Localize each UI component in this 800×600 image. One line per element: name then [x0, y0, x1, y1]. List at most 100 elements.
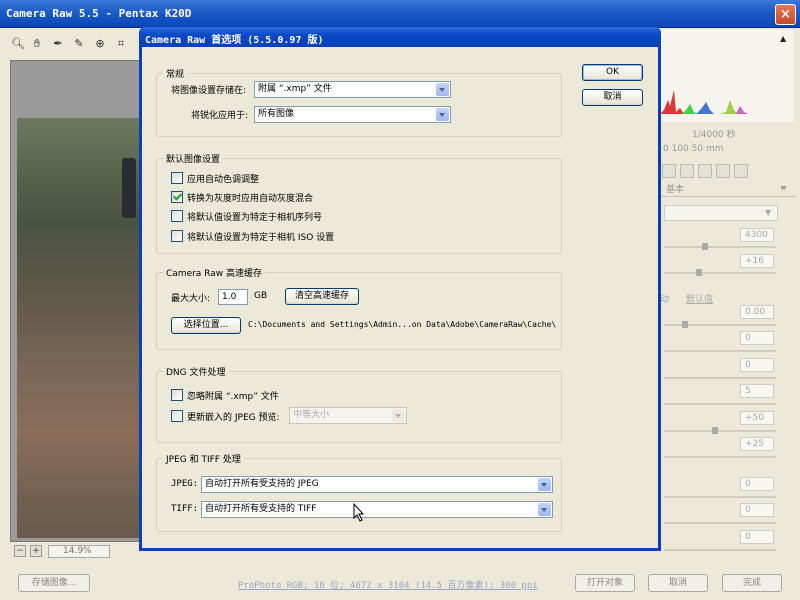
recovery-slider[interactable]	[664, 350, 776, 352]
select-value: 自动打开所有受支持的 JPEG	[205, 479, 319, 489]
select-location-button[interactable]: 选择位置...	[171, 317, 241, 334]
max-size-label: 最大大小:	[171, 294, 211, 304]
zoom-tool-icon[interactable]: 🔍︎	[10, 36, 26, 52]
select-value: 中等大小	[293, 410, 330, 420]
panel-menu-icon[interactable]: ≡	[780, 183, 787, 192]
highlight-clipping-icon[interactable]: ▲	[780, 34, 786, 43]
brightness-value[interactable]: +50	[740, 411, 774, 425]
image-preview[interactable]	[17, 118, 145, 538]
checkbox-box[interactable]	[171, 210, 183, 222]
dialog-cancel-button[interactable]: 取消	[582, 89, 643, 106]
exposure-slider[interactable]	[664, 321, 776, 328]
chevron-down-icon	[392, 409, 405, 422]
chevron-down-icon	[538, 503, 551, 516]
checkbox-label: 转换为灰度时应用自动灰度混合	[187, 194, 314, 204]
app-title: Camera Raw 5.5 - Pentax K20D	[6, 7, 192, 20]
dialog-title-bar: Camera Raw 首选项 (5.5.0.97 版)	[139, 27, 661, 47]
vibrance-slider[interactable]	[664, 522, 776, 524]
panel-title: 基本	[666, 185, 685, 195]
checkbox-box[interactable]	[171, 230, 183, 242]
cache-path: C:\Documents and Settings\Admin...on Dat…	[248, 320, 557, 329]
zoom-level-select[interactable]: 14.9%	[48, 545, 110, 558]
temperature-slider[interactable]	[664, 243, 776, 250]
clarity-value[interactable]: 0	[740, 477, 774, 491]
recovery-value[interactable]: 0	[740, 331, 774, 345]
histogram	[660, 30, 794, 122]
chevron-down-icon	[436, 108, 449, 121]
saturation-value[interactable]: 0	[740, 530, 774, 544]
zoom-controls: − + 14.9%	[14, 545, 144, 559]
auto-link[interactable]: 动	[660, 292, 669, 305]
hand-tool-icon[interactable]: ✋︎	[29, 36, 45, 52]
tab-icon[interactable]	[662, 164, 676, 178]
slider-thumb[interactable]	[696, 269, 702, 276]
lens-info: 0 100 50 mm	[663, 144, 724, 154]
slider-thumb[interactable]	[682, 321, 688, 328]
group-title: JPEG 和 TIFF 处理	[163, 452, 244, 465]
open-object-button[interactable]: 打开对象	[575, 574, 635, 592]
contrast-value[interactable]: +25	[740, 437, 774, 451]
slider-thumb[interactable]	[712, 427, 718, 434]
color-sampler-tool-icon[interactable]: ✎	[71, 36, 87, 52]
save-settings-label: 将图像设置存储在:	[171, 86, 247, 96]
preview-size-select[interactable]: 中等大小	[289, 407, 407, 424]
brightness-slider[interactable]	[664, 427, 776, 434]
checkbox-label: 更新嵌入的 JPEG 预览:	[187, 413, 280, 423]
group-title: DNG 文件处理	[163, 365, 229, 378]
chevron-down-icon: ▼	[765, 208, 772, 217]
max-size-input[interactable]: 1.0	[218, 289, 248, 305]
slider-thumb[interactable]	[702, 243, 708, 250]
target-adjust-tool-icon[interactable]: ⊕	[92, 36, 108, 52]
checkbox-label: 忽略附属 “.xmp” 文件	[187, 392, 279, 402]
tab-icon[interactable]	[734, 164, 748, 178]
tiff-handling-select[interactable]: 自动打开所有受支持的 TIFF	[201, 501, 553, 518]
save-image-button[interactable]: 存储图像...	[18, 574, 90, 592]
general-group: 常规 将图像设置存储在: 附属 “.xmp” 文件 将锐化应用于: 所有图像	[156, 67, 562, 137]
blacks-value[interactable]: 5	[740, 384, 774, 398]
checkbox-box[interactable]	[171, 172, 183, 184]
checkbox-label: 将默认值设置为特定于相机 ISO 设置	[187, 233, 335, 243]
cache-group: Camera Raw 高速缓存 最大大小: 1.0 GB 清空高速缓存 选择位置…	[156, 266, 562, 350]
white-balance-select[interactable]: ▼	[664, 205, 778, 221]
fill-light-slider[interactable]	[664, 377, 776, 379]
vibrance-value[interactable]: 0	[740, 503, 774, 517]
tint-slider[interactable]	[664, 269, 776, 276]
default-link[interactable]: 默认值	[686, 292, 713, 305]
app-title-bar: Camera Raw 5.5 - Pentax K20D ×	[0, 0, 800, 28]
checkbox-box[interactable]	[171, 191, 183, 203]
select-value: 所有图像	[258, 109, 295, 119]
jpeg-label: JPEG:	[171, 479, 199, 489]
sharpen-select[interactable]: 所有图像	[254, 106, 451, 123]
workflow-options-link[interactable]: ProPhoto RGB; 16 位; 4672 x 3104 (14.5 百万…	[238, 578, 538, 591]
preferences-dialog: Camera Raw 首选项 (5.5.0.97 版) OK 取消 常规 将图像…	[139, 27, 661, 551]
zoom-in-button[interactable]: +	[30, 545, 42, 557]
default-image-settings-group: 默认图像设置 应用自动色调调整 转换为灰度时应用自动灰度混合 将默认值设置为特定…	[156, 152, 562, 254]
clarity-slider[interactable]	[664, 496, 776, 498]
cancel-button[interactable]: 取消	[648, 574, 708, 592]
save-settings-select[interactable]: 附属 “.xmp” 文件	[254, 81, 451, 98]
checkbox-box[interactable]	[171, 410, 183, 422]
purge-cache-button[interactable]: 清空高速缓存	[285, 288, 359, 305]
temperature-value[interactable]: 4300	[740, 228, 774, 242]
blacks-slider[interactable]	[664, 403, 776, 405]
ok-button[interactable]: OK	[582, 64, 643, 81]
exposure-value[interactable]: 0.00	[740, 305, 774, 319]
select-value: 自动打开所有受支持的 TIFF	[205, 504, 317, 514]
fill-light-value[interactable]: 0	[740, 358, 774, 372]
tab-icon[interactable]	[680, 164, 694, 178]
crop-tool-icon[interactable]: ⌗	[113, 36, 129, 52]
saturation-slider[interactable]	[664, 549, 776, 551]
contrast-slider[interactable]	[664, 456, 776, 458]
tab-icon[interactable]	[698, 164, 712, 178]
zoom-out-button[interactable]: −	[14, 545, 26, 557]
shutter-speed: 1/4000 秒	[692, 130, 736, 140]
jpeg-handling-select[interactable]: 自动打开所有受支持的 JPEG	[201, 476, 553, 493]
white-balance-tool-icon[interactable]: ✒	[50, 36, 66, 52]
tint-value[interactable]: +16	[740, 254, 774, 268]
close-icon[interactable]: ×	[775, 4, 796, 25]
checkbox-box[interactable]	[171, 389, 183, 401]
tab-icon[interactable]	[716, 164, 730, 178]
sharpen-label: 将锐化应用于:	[191, 111, 249, 121]
tool-bar: 🔍︎ ✋︎ ✒ ✎ ⊕ ⌗	[10, 36, 140, 56]
done-button[interactable]: 完成	[722, 574, 782, 592]
